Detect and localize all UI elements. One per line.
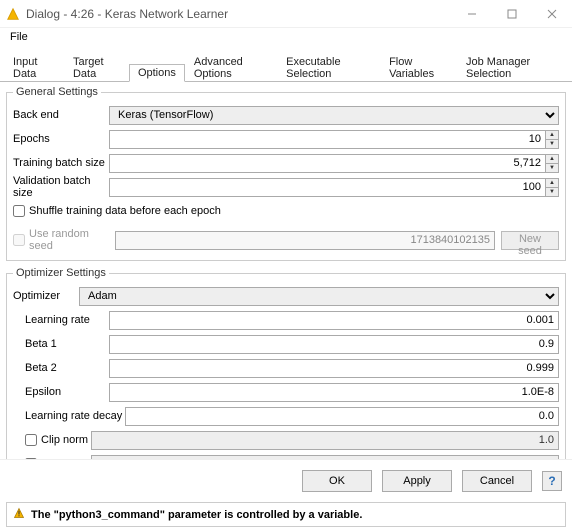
val-batch-up[interactable]: ▲ (546, 179, 558, 187)
random-seed-checkbox-row[interactable]: Use random seed (13, 228, 109, 252)
tab-executable-selection[interactable]: Executable Selection (277, 53, 380, 82)
val-batch-label: Validation batch size (13, 175, 109, 199)
app-logo-icon (6, 7, 20, 21)
lr-label: Learning rate (25, 314, 109, 326)
random-seed-input (115, 231, 495, 250)
train-batch-input[interactable] (109, 154, 545, 173)
random-seed-label: Use random seed (29, 228, 109, 252)
maximize-button[interactable] (492, 0, 532, 28)
epochs-input[interactable] (109, 130, 545, 149)
epochs-label: Epochs (13, 133, 109, 145)
menu-file[interactable]: File (4, 30, 34, 44)
general-settings-legend: General Settings (13, 86, 101, 98)
lr-input[interactable] (109, 311, 559, 330)
ok-button[interactable]: OK (302, 470, 372, 492)
clip-norm-input (91, 431, 559, 450)
help-button[interactable]: ? (542, 471, 562, 491)
menubar: File (0, 28, 572, 46)
apply-button[interactable]: Apply (382, 470, 452, 492)
train-batch-up[interactable]: ▲ (546, 155, 558, 163)
optimizer-settings-group: Optimizer Settings Optimizer Adam Learni… (6, 267, 566, 486)
clip-norm-checkbox[interactable] (25, 434, 37, 446)
lr-decay-label: Learning rate decay (25, 410, 125, 422)
tab-job-manager-selection[interactable]: Job Manager Selection (457, 53, 568, 82)
shuffle-checkbox[interactable] (13, 205, 25, 217)
tab-input-data[interactable]: Input Data (4, 53, 64, 82)
titlebar: Dialog - 4:26 - Keras Network Learner (0, 0, 572, 28)
beta2-label: Beta 2 (25, 362, 109, 374)
minimize-button[interactable] (452, 0, 492, 28)
window-title: Dialog - 4:26 - Keras Network Learner (26, 7, 452, 21)
warning-text: The "python3_command" parameter is contr… (31, 509, 362, 521)
train-batch-spinner[interactable]: ▲▼ (109, 154, 559, 173)
val-batch-down[interactable]: ▼ (546, 187, 558, 196)
shuffle-checkbox-row[interactable]: Shuffle training data before each epoch (13, 205, 221, 217)
window-buttons (452, 0, 572, 28)
optimizer-select[interactable]: Adam (79, 287, 559, 306)
beta1-input[interactable] (109, 335, 559, 354)
epochs-up[interactable]: ▲ (546, 131, 558, 139)
tab-options[interactable]: Options (129, 64, 185, 82)
clip-norm-label: Clip norm (41, 434, 88, 446)
clip-norm-checkbox-row[interactable]: Clip norm (25, 434, 91, 446)
epsilon-input[interactable] (109, 383, 559, 402)
random-seed-checkbox[interactable] (13, 234, 25, 246)
button-bar: OK Apply Cancel ? (0, 459, 572, 500)
backend-label: Back end (13, 109, 109, 121)
beta2-input[interactable] (109, 359, 559, 378)
val-batch-spinner[interactable]: ▲▼ (109, 178, 559, 197)
epochs-down[interactable]: ▼ (546, 139, 558, 148)
epsilon-label: Epsilon (25, 386, 109, 398)
tabstrip: Input Data Target Data Options Advanced … (0, 46, 572, 82)
epochs-spinner[interactable]: ▲▼ (109, 130, 559, 149)
beta1-label: Beta 1 (25, 338, 109, 350)
warning-icon (13, 507, 25, 522)
tab-advanced-options[interactable]: Advanced Options (185, 53, 277, 82)
new-seed-button[interactable]: New seed (501, 231, 559, 250)
train-batch-label: Training batch size (13, 157, 109, 169)
val-batch-input[interactable] (109, 178, 545, 197)
lr-decay-input[interactable] (125, 407, 559, 426)
shuffle-label: Shuffle training data before each epoch (29, 205, 221, 217)
warning-bar: The "python3_command" parameter is contr… (6, 502, 566, 527)
general-settings-group: General Settings Back end Keras (TensorF… (6, 86, 566, 261)
tab-target-data[interactable]: Target Data (64, 53, 129, 82)
cancel-button[interactable]: Cancel (462, 470, 532, 492)
optimizer-label: Optimizer (13, 290, 79, 302)
optimizer-settings-legend: Optimizer Settings (13, 267, 109, 279)
options-page: General Settings Back end Keras (TensorF… (0, 82, 572, 498)
train-batch-down[interactable]: ▼ (546, 163, 558, 172)
close-button[interactable] (532, 0, 572, 28)
backend-select[interactable]: Keras (TensorFlow) (109, 106, 559, 125)
tab-flow-variables[interactable]: Flow Variables (380, 53, 457, 82)
